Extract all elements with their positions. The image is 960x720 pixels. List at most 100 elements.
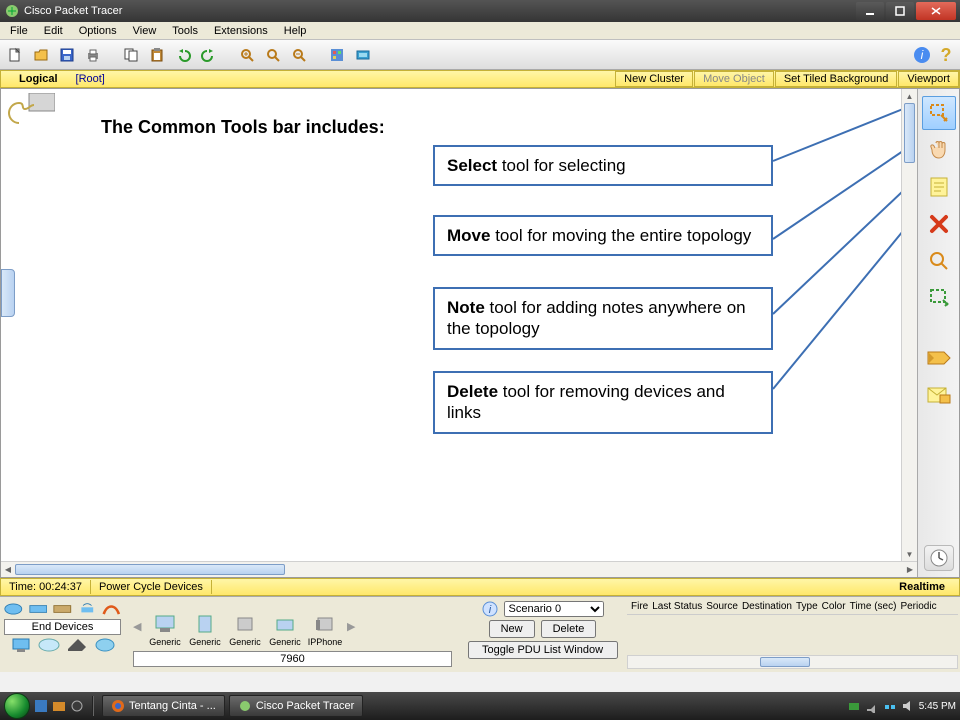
new-cluster-button[interactable]: New Cluster xyxy=(615,71,693,87)
physical-tab-handle[interactable] xyxy=(1,269,15,317)
connections-icon[interactable] xyxy=(102,601,121,617)
help-icon[interactable]: ? xyxy=(936,45,956,65)
menu-tools[interactable]: Tools xyxy=(164,24,206,38)
select-tool[interactable] xyxy=(922,96,956,130)
menu-file[interactable]: File xyxy=(2,24,36,38)
custom-device-icon[interactable] xyxy=(352,44,374,66)
save-icon[interactable] xyxy=(56,44,78,66)
col-last-status[interactable]: Last Status xyxy=(652,601,702,612)
svg-text:i: i xyxy=(921,48,924,62)
callout-delete: Delete tool for removing devices and lin… xyxy=(433,371,773,434)
multiuser-icon[interactable] xyxy=(94,637,116,653)
tray-icon-2[interactable] xyxy=(865,699,879,713)
paste-icon[interactable] xyxy=(146,44,168,66)
quick-launch-icon-1[interactable] xyxy=(34,699,48,713)
move-object-button[interactable]: Move Object xyxy=(694,71,774,87)
quick-launch-icon-2[interactable] xyxy=(52,699,66,713)
vertical-scrollbar[interactable]: ▲▼ xyxy=(901,89,917,561)
main-toolbar: i ? xyxy=(0,40,960,70)
realtime-tab[interactable]: Realtime xyxy=(885,580,959,594)
power-cycle-button[interactable]: Power Cycle Devices xyxy=(91,580,212,594)
callout-note: Note tool for adding notes anywhere on t… xyxy=(433,287,773,350)
device-category-panel: End Devices xyxy=(0,597,125,672)
navigation-thumbnail[interactable] xyxy=(5,93,55,127)
add-simple-pdu-tool[interactable] xyxy=(922,341,956,375)
start-button[interactable] xyxy=(4,693,30,719)
end-devices-icon[interactable] xyxy=(10,637,32,653)
firefox-icon xyxy=(111,699,125,713)
set-tiled-background-button[interactable]: Set Tiled Background xyxy=(775,71,898,87)
horizontal-scrollbar[interactable]: ◀▶ xyxy=(1,561,917,577)
col-destination[interactable]: Destination xyxy=(742,601,792,612)
delete-scenario-button[interactable]: Delete xyxy=(541,620,597,638)
device-generic-4[interactable]: Generic xyxy=(267,605,303,647)
category-label: End Devices xyxy=(4,619,121,635)
info-icon[interactable]: i xyxy=(912,45,932,65)
zoom-reset-icon[interactable] xyxy=(262,44,284,66)
menu-view[interactable]: View xyxy=(125,24,165,38)
col-periodic[interactable]: Periodic xyxy=(900,601,936,612)
window-maximize-button[interactable] xyxy=(886,2,914,20)
logical-tab[interactable]: Logical xyxy=(1,72,76,86)
window-title: Cisco Packet Tracer xyxy=(24,5,122,17)
wireless-icon[interactable] xyxy=(78,601,97,617)
menu-help[interactable]: Help xyxy=(276,24,315,38)
zoom-out-icon[interactable] xyxy=(288,44,310,66)
device-list-panel: ◀ Generic Generic Generic Generic IPPhon… xyxy=(125,597,460,672)
col-fire[interactable]: Fire xyxy=(631,601,648,612)
menu-edit[interactable]: Edit xyxy=(36,24,71,38)
system-tray[interactable]: 5:45 PM xyxy=(847,699,956,713)
redo-icon[interactable] xyxy=(198,44,220,66)
callout-move: Move tool for moving the entire topology xyxy=(433,215,773,256)
switches-icon[interactable] xyxy=(29,601,48,617)
window-close-button[interactable] xyxy=(916,2,956,20)
delete-tool[interactable] xyxy=(922,207,956,241)
print-icon[interactable] xyxy=(82,44,104,66)
palette-icon[interactable] xyxy=(326,44,348,66)
wan-icon[interactable] xyxy=(38,637,60,653)
device-generic-2[interactable]: Generic xyxy=(187,605,223,647)
tray-icon-1[interactable] xyxy=(847,699,861,713)
inspect-tool[interactable] xyxy=(922,244,956,278)
tray-network-icon[interactable] xyxy=(883,699,897,713)
routers-icon[interactable] xyxy=(4,601,23,617)
scenario-select[interactable]: Scenario 0 xyxy=(504,601,604,617)
svg-text:?: ? xyxy=(941,46,952,64)
open-file-icon[interactable] xyxy=(30,44,52,66)
custom-icon[interactable] xyxy=(66,637,88,653)
device-generic-3[interactable]: Generic xyxy=(227,605,263,647)
copy-icon[interactable] xyxy=(120,44,142,66)
move-tool[interactable] xyxy=(922,133,956,167)
clock[interactable]: 5:45 PM xyxy=(919,701,956,712)
col-source[interactable]: Source xyxy=(706,601,738,612)
window-minimize-button[interactable] xyxy=(856,2,884,20)
resize-tool[interactable] xyxy=(922,281,956,315)
device-generic-1[interactable]: Generic xyxy=(147,605,183,647)
col-type[interactable]: Type xyxy=(796,601,818,612)
taskbar-item-tentang-cinta[interactable]: Tentang Cinta - ... xyxy=(102,695,225,717)
zoom-in-icon[interactable] xyxy=(236,44,258,66)
pdu-horizontal-scrollbar[interactable] xyxy=(627,655,958,669)
col-color[interactable]: Color xyxy=(822,601,846,612)
canvas[interactable]: The Common Tools bar includes: Select to… xyxy=(1,89,917,561)
quick-launch-icon-3[interactable] xyxy=(70,699,84,713)
info-small-icon: i xyxy=(482,601,498,617)
taskbar-item-packet-tracer[interactable]: Cisco Packet Tracer xyxy=(229,695,363,717)
menu-options[interactable]: Options xyxy=(71,24,125,38)
new-file-icon[interactable] xyxy=(4,44,26,66)
device-ipphone[interactable]: IPPhone xyxy=(307,605,343,647)
simulation-tab-handle[interactable] xyxy=(924,545,954,571)
note-tool[interactable] xyxy=(922,170,956,204)
canvas-heading: The Common Tools bar includes: xyxy=(101,117,385,138)
add-complex-pdu-tool[interactable] xyxy=(922,378,956,412)
toggle-pdu-window-button[interactable]: Toggle PDU List Window xyxy=(468,641,618,659)
breadcrumb-root[interactable]: [Root] xyxy=(76,73,105,85)
tray-volume-icon[interactable] xyxy=(901,699,915,713)
new-scenario-button[interactable]: New xyxy=(489,620,535,638)
packet-tracer-icon xyxy=(238,699,252,713)
undo-icon[interactable] xyxy=(172,44,194,66)
viewport-button[interactable]: Viewport xyxy=(898,71,959,87)
col-time[interactable]: Time (sec) xyxy=(850,601,897,612)
hubs-icon[interactable] xyxy=(53,601,72,617)
menu-extensions[interactable]: Extensions xyxy=(206,24,276,38)
